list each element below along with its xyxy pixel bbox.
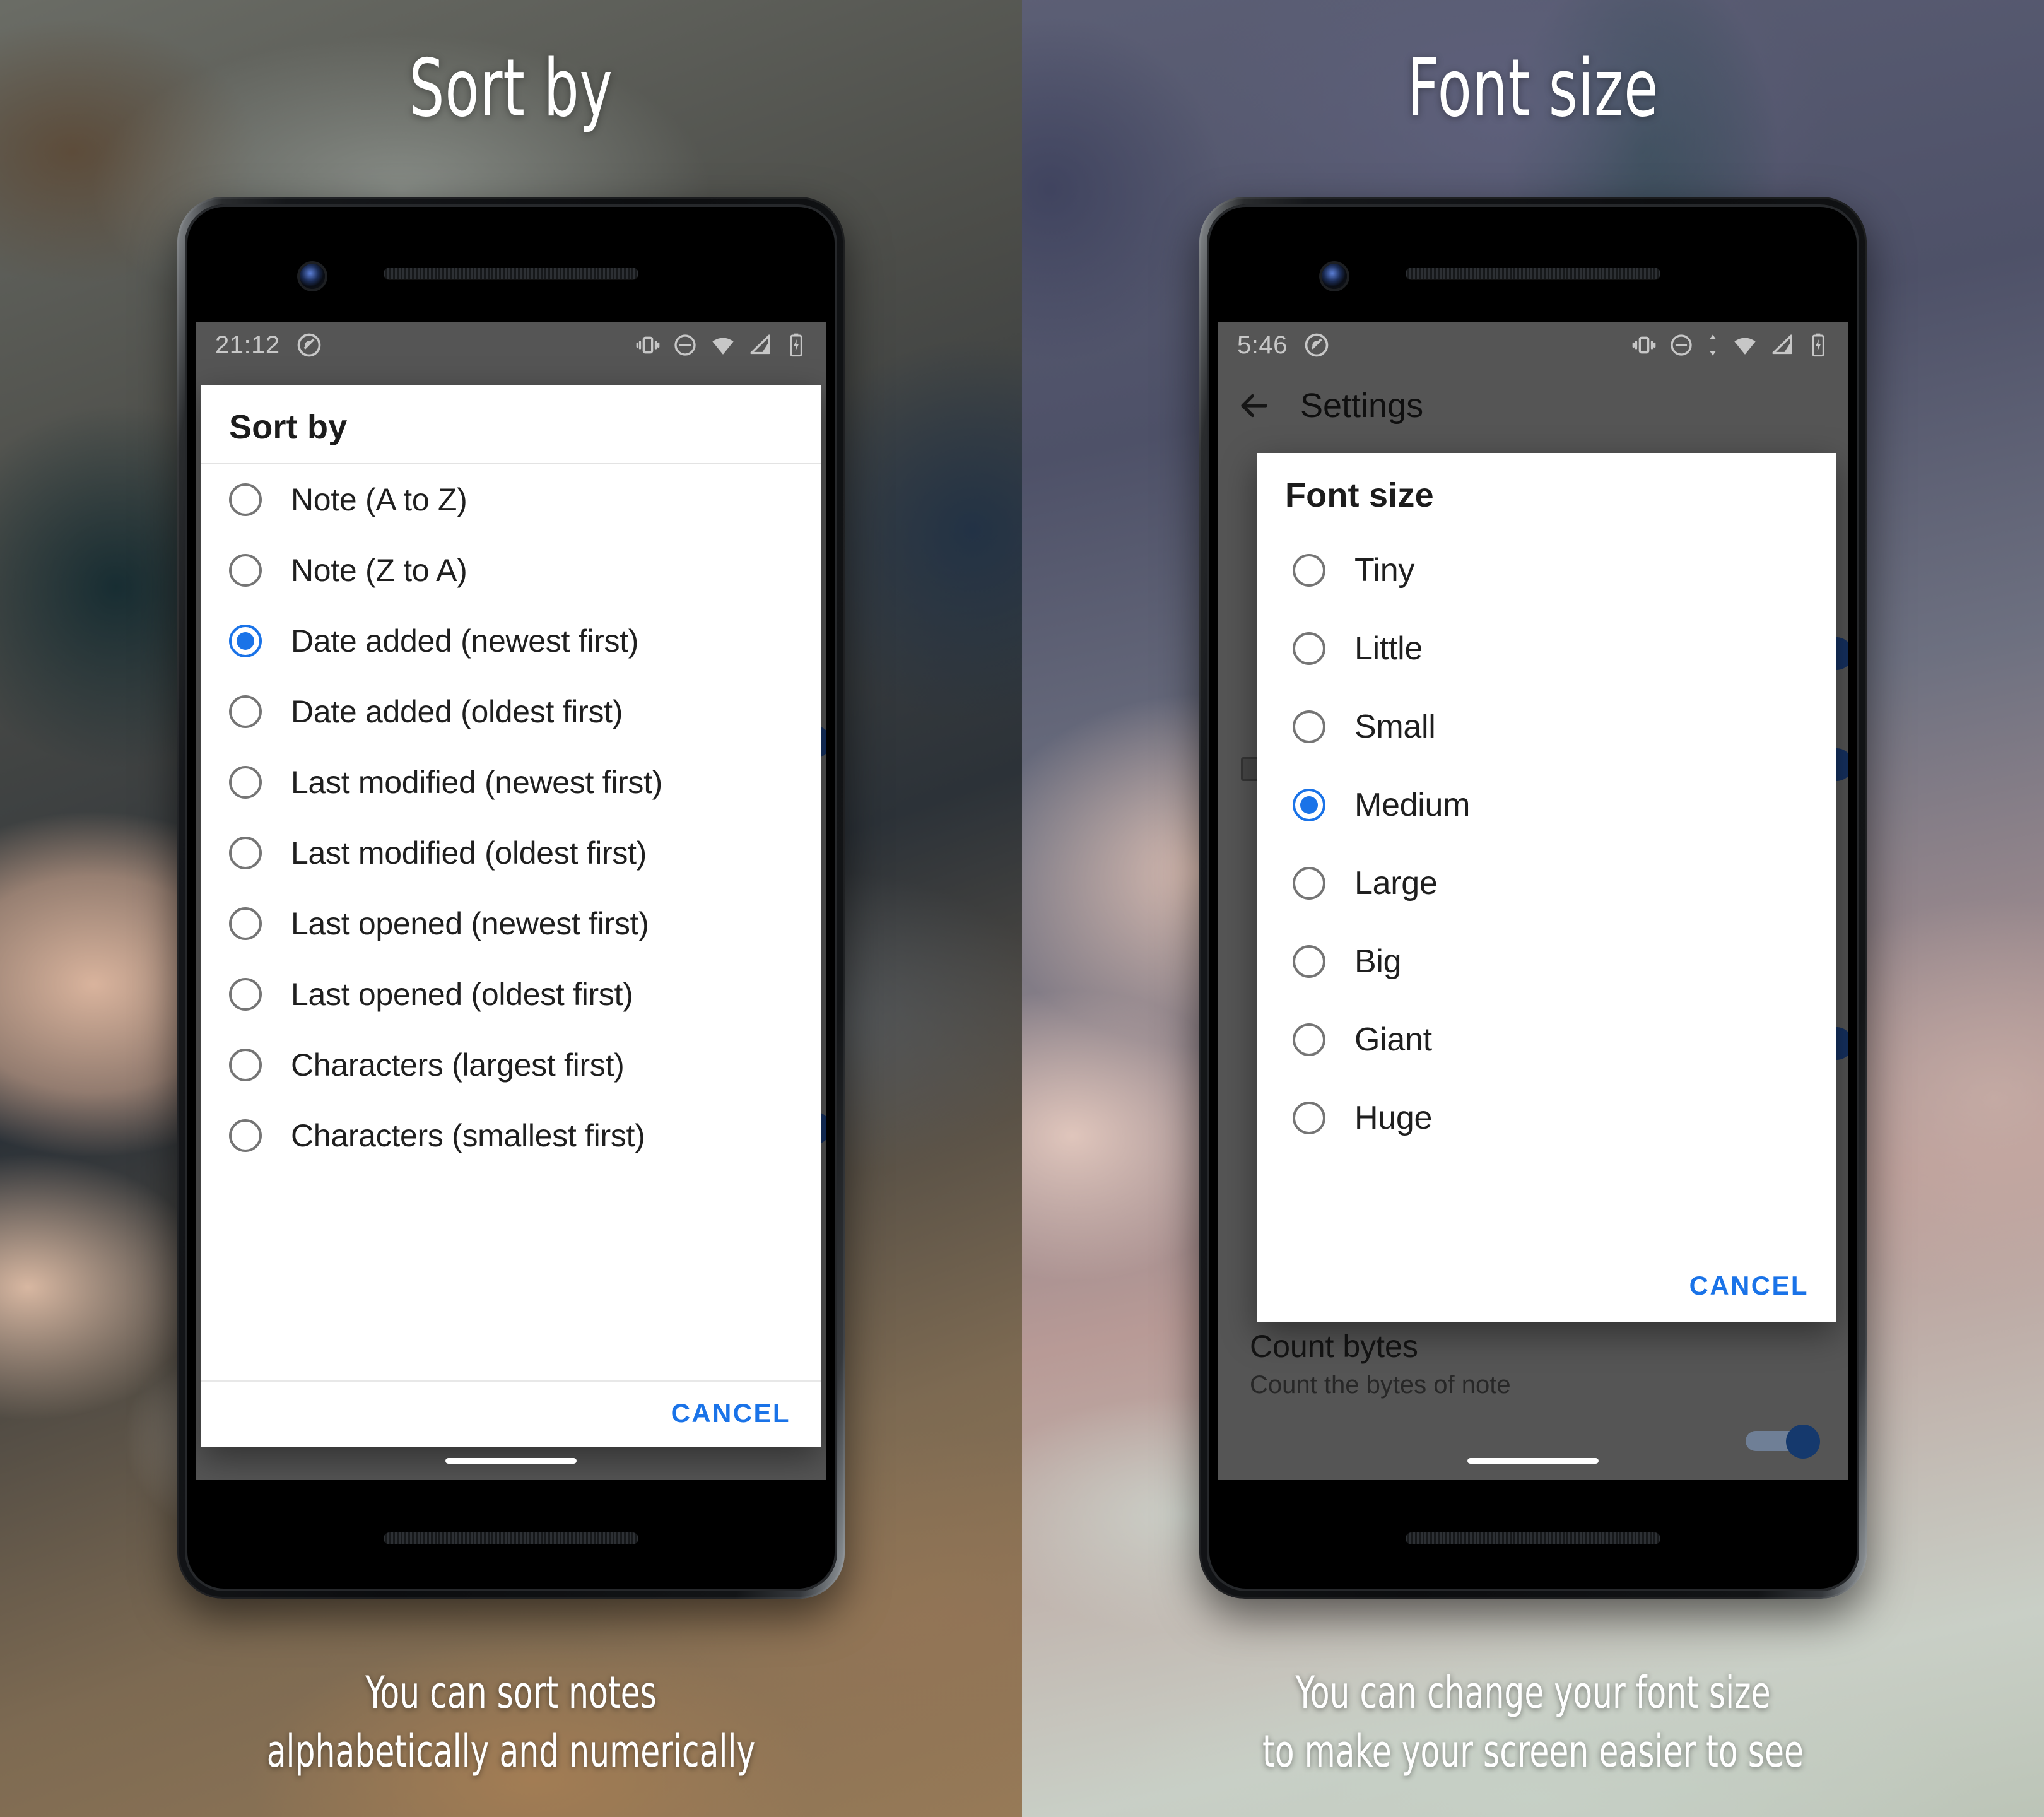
screenshot-stage: Sort by 21:12 Sort by Note (A to Z) Note… [0, 0, 2044, 1817]
option-label: Small [1354, 708, 1436, 745]
sort-options-list[interactable]: Note (A to Z) Note (Z to A) Date added (ne… [201, 464, 821, 1380]
front-camera-icon [1322, 264, 1347, 289]
nav-gesture-pill[interactable] [445, 1458, 577, 1464]
phone-screen-left: 21:12 Sort by Note (A to Z) Note (Z to A… [196, 322, 826, 1480]
radio-unselected-icon[interactable] [229, 1049, 262, 1081]
option-label: Last modified (oldest first) [291, 835, 647, 871]
option-label: Date added (newest first) [291, 623, 639, 659]
sort-option-row[interactable]: Last modified (newest first) [201, 747, 821, 818]
radio-unselected-icon[interactable] [1293, 710, 1325, 743]
sort-option-row[interactable]: Date added (oldest first) [201, 676, 821, 747]
bottom-speaker-icon [384, 1532, 638, 1544]
dialog-title: Font size [1285, 476, 1434, 514]
earpiece-speaker-icon [1406, 268, 1660, 279]
panel-font-size: Font size 5:46 Settings Count bytes Coun… [1022, 0, 2044, 1817]
sort-option-row[interactable]: Note (A to Z) [201, 464, 821, 535]
panel-heading-left: Sort by [409, 42, 613, 134]
sort-option-row[interactable]: Last opened (oldest first) [201, 959, 821, 1030]
option-label: Big [1354, 943, 1402, 980]
dialog-actions: CANCEL [1257, 1259, 1836, 1322]
font-size-option-row[interactable]: Big [1257, 922, 1836, 1001]
radio-unselected-icon[interactable] [229, 837, 262, 869]
option-label: Last opened (oldest first) [291, 977, 633, 1012]
phone-frame-left: 21:12 Sort by Note (A to Z) Note (Z to A… [177, 197, 845, 1599]
caption-line-2: alphabetically and numerically [266, 1725, 756, 1777]
dialog-actions: CANCEL [201, 1382, 821, 1447]
sort-by-dialog: Sort by Note (A to Z) Note (Z to A) Date a… [201, 385, 821, 1447]
cancel-button[interactable]: CANCEL [1689, 1271, 1809, 1301]
radio-unselected-icon[interactable] [229, 978, 262, 1011]
sort-option-row[interactable]: Characters (smallest first) [201, 1100, 821, 1171]
cancel-button[interactable]: CANCEL [671, 1398, 790, 1428]
bottom-speaker-icon [1406, 1532, 1660, 1544]
option-label: Medium [1354, 786, 1471, 823]
earpiece-speaker-icon [384, 268, 638, 279]
radio-unselected-icon[interactable] [1293, 1023, 1325, 1056]
radio-unselected-icon[interactable] [229, 695, 262, 728]
option-label: Note (A to Z) [291, 482, 467, 517]
front-camera-icon [300, 264, 325, 289]
radio-selected-icon[interactable] [229, 625, 262, 657]
option-label: Characters (smallest first) [291, 1118, 645, 1153]
panel-heading-right: Font size [1407, 42, 1659, 134]
panel-caption-right: You can change your font size to make yo… [1124, 1664, 1942, 1780]
font-size-dialog: Font size Tiny Little Small Medium Large Big G… [1257, 453, 1836, 1322]
radio-unselected-icon[interactable] [229, 1119, 262, 1152]
option-label: Huge [1354, 1099, 1433, 1136]
sort-option-row[interactable]: Characters (largest first) [201, 1030, 821, 1100]
option-label: Date added (oldest first) [291, 694, 623, 729]
font-size-option-row[interactable]: Little [1257, 609, 1836, 688]
sort-option-row[interactable]: Last modified (oldest first) [201, 818, 821, 888]
radio-unselected-icon[interactable] [1293, 1102, 1325, 1134]
caption-line-2: to make your screen easier to see [1262, 1725, 1804, 1777]
radio-unselected-icon[interactable] [1293, 867, 1325, 900]
radio-unselected-icon[interactable] [1293, 945, 1325, 978]
radio-unselected-icon[interactable] [229, 907, 262, 940]
radio-unselected-icon[interactable] [229, 483, 262, 516]
radio-unselected-icon[interactable] [229, 766, 262, 799]
caption-line-1: You can sort notes [365, 1667, 657, 1719]
dialog-title: Sort by [229, 408, 348, 446]
font-size-option-row[interactable]: Large [1257, 844, 1836, 922]
option-label: Last opened (newest first) [291, 906, 649, 941]
option-label: Large [1354, 864, 1438, 902]
font-size-option-row[interactable]: Tiny [1257, 531, 1836, 609]
font-size-option-row[interactable]: Giant [1257, 1001, 1836, 1079]
radio-unselected-icon[interactable] [229, 554, 262, 587]
option-label: Tiny [1354, 551, 1415, 589]
radio-unselected-icon[interactable] [1293, 632, 1325, 665]
option-label: Little [1354, 630, 1423, 667]
phone-frame-right: 5:46 Settings Count bytes Count the byte… [1199, 197, 1867, 1599]
option-label: Note (Z to A) [291, 553, 467, 588]
radio-unselected-icon[interactable] [1293, 554, 1325, 587]
font-size-option-row[interactable]: Huge [1257, 1079, 1836, 1157]
panel-caption-left: You can sort notes alphabetically and nu… [102, 1664, 920, 1780]
option-label: Giant [1354, 1021, 1432, 1058]
option-label: Last modified (newest first) [291, 765, 663, 800]
radio-selected-icon[interactable] [1293, 789, 1325, 821]
panel-sort-by: Sort by 21:12 Sort by Note (A to Z) Note… [0, 0, 1022, 1817]
caption-line-1: You can change your font size [1295, 1667, 1771, 1719]
sort-option-row[interactable]: Date added (newest first) [201, 606, 821, 676]
nav-gesture-pill[interactable] [1467, 1458, 1599, 1464]
option-label: Characters (largest first) [291, 1047, 625, 1083]
phone-screen-right: 5:46 Settings Count bytes Count the byte… [1218, 322, 1848, 1480]
font-size-option-row[interactable]: Small [1257, 688, 1836, 766]
sort-option-row[interactable]: Note (Z to A) [201, 535, 821, 606]
font-size-option-row[interactable]: Medium [1257, 766, 1836, 844]
font-size-options-list[interactable]: Tiny Little Small Medium Large Big Giant Huge [1257, 531, 1836, 1259]
sort-option-row[interactable]: Last opened (newest first) [201, 888, 821, 959]
